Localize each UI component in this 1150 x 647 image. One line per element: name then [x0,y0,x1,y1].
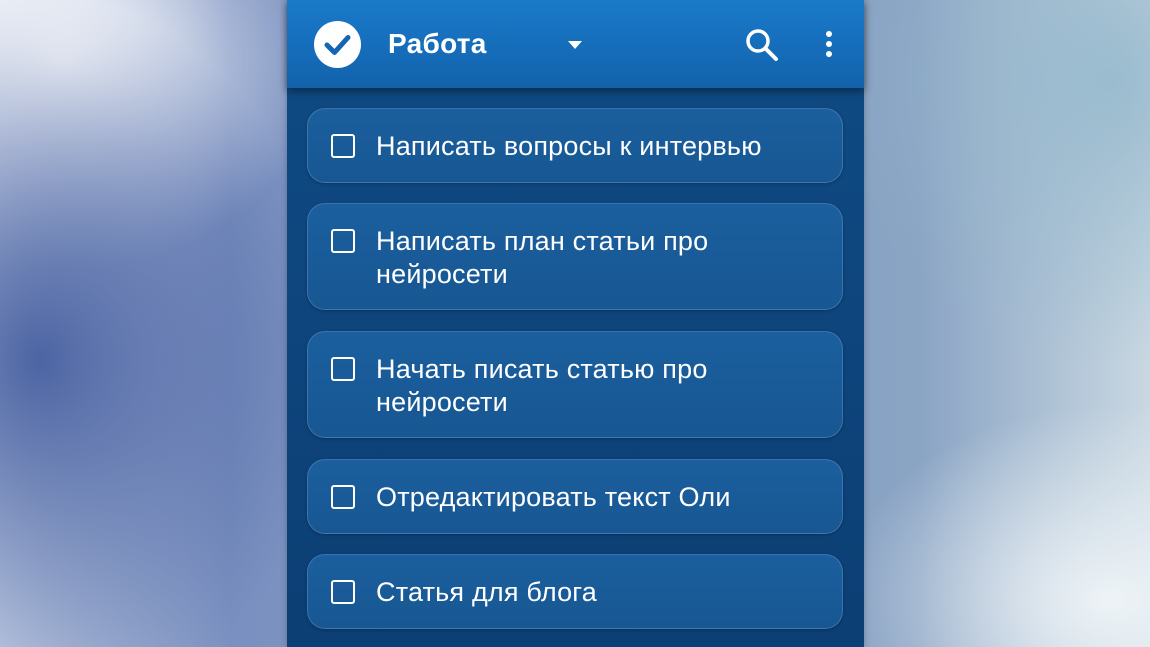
task-item[interactable]: Статья для блога [307,554,843,629]
task-item[interactable]: Написать вопросы к интервью [307,108,843,183]
task-checkbox[interactable] [331,134,355,158]
task-list: Написать вопросы к интервью Написать пла… [287,0,864,647]
list-title[interactable]: Работа [388,26,487,62]
task-text: Написать вопросы к интервью [376,131,762,161]
task-text: Написать план статьи про нейросети [376,226,709,289]
search-icon[interactable] [743,26,783,66]
app-window: Написать вопросы к интервью Написать пла… [287,0,864,647]
check-circle-icon [314,21,361,68]
task-text: Начать писать статью про нейросети [376,354,708,417]
task-checkbox[interactable] [331,357,355,381]
more-vertical-icon[interactable] [817,26,841,66]
task-text: Отредактировать текст Оли [376,482,731,512]
app-bar: Работа [287,0,864,88]
task-text: Статья для блога [376,577,597,607]
task-item[interactable]: Начать писать статью про нейросети [307,331,843,438]
task-checkbox[interactable] [331,580,355,604]
task-checkbox[interactable] [331,229,355,253]
caret-down-icon[interactable] [567,38,583,50]
task-item[interactable]: Отредактировать текст Оли [307,459,843,534]
task-checkbox[interactable] [331,485,355,509]
task-item[interactable]: Написать план статьи про нейросети [307,203,843,310]
